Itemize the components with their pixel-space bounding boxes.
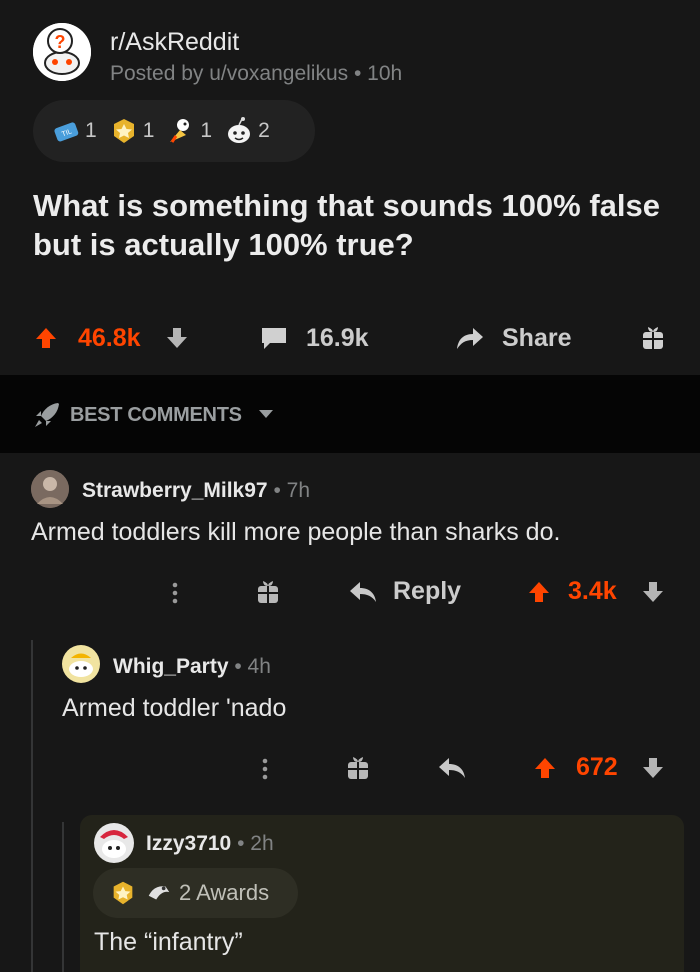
award-count: 2: [258, 119, 270, 142]
comment-author[interactable]: Izzy3710 • 2h: [146, 832, 274, 856]
rocket-sort-icon: [35, 403, 59, 427]
comment-time: • 2h: [237, 832, 274, 855]
reply-button[interactable]: Reply: [393, 577, 461, 606]
share-button[interactable]: [455, 308, 485, 368]
downvote-arrow-icon[interactable]: [640, 579, 666, 605]
award-til: TIL 1: [51, 116, 97, 146]
upvote-arrow-icon[interactable]: [532, 755, 558, 781]
svg-text:?: ?: [55, 32, 66, 52]
thread-line[interactable]: [31, 640, 33, 972]
post-card: ? r/AskReddit Posted by u/voxangelikus •…: [0, 0, 700, 375]
more-options-icon[interactable]: [168, 580, 182, 606]
reply-icon[interactable]: [437, 756, 467, 780]
avatar[interactable]: [94, 823, 134, 863]
comment-awards[interactable]: 2 Awards: [93, 868, 298, 918]
share-arrow-icon: [457, 328, 483, 349]
comment-author[interactable]: Whig_Party • 4h: [113, 655, 271, 679]
subreddit-avatar[interactable]: ?: [33, 23, 91, 81]
comment-body: The “infantry”: [94, 928, 243, 956]
user-avatar-icon: [31, 470, 69, 508]
award-count: 1: [200, 119, 213, 142]
post-actions: 46.8k 16.9k Share: [0, 308, 700, 368]
subreddit-name[interactable]: r/AskReddit: [110, 28, 239, 57]
award-wholesome: 2: [224, 116, 270, 146]
comments-count: 16.9k: [306, 323, 369, 352]
comment-score: 3.4k: [568, 577, 617, 605]
award-gold: 1: [109, 116, 155, 146]
awards-label: 2 Awards: [179, 880, 270, 905]
comment-icon: [262, 328, 286, 349]
downvote-arrow-icon[interactable]: [640, 755, 666, 781]
reply-icon[interactable]: [348, 580, 378, 604]
downvote-arrow-icon: [167, 328, 187, 348]
comment-time: • 4h: [234, 655, 271, 678]
author-name[interactable]: Whig_Party: [113, 655, 229, 678]
gift-icon[interactable]: [255, 578, 281, 606]
gold-award-icon: [113, 119, 134, 143]
chevron-down-icon: [259, 410, 273, 418]
gift-icon: [643, 327, 663, 349]
comment-author[interactable]: Strawberry_Milk97 • 7h: [82, 479, 310, 503]
silver-award-icon: [148, 886, 170, 900]
author-name[interactable]: Strawberry_Milk97: [82, 479, 268, 502]
avatar[interactable]: [62, 645, 100, 683]
award-rocket: 1: [166, 116, 212, 146]
author-name[interactable]: Izzy3710: [146, 832, 231, 855]
award-count: 1: [85, 119, 97, 142]
avatar[interactable]: [31, 470, 69, 508]
thread-line[interactable]: [62, 822, 64, 972]
upvote-button[interactable]: [33, 308, 59, 368]
rocket-award-icon: [170, 119, 190, 143]
comments-button[interactable]: [260, 308, 288, 368]
comment-time: • 7h: [273, 479, 310, 502]
til-award-icon: TIL: [54, 122, 79, 142]
comment-body: Armed toddler 'nado: [62, 694, 287, 722]
post-title[interactable]: What is something that sounds 100% false…: [33, 186, 673, 264]
downvote-button[interactable]: [164, 308, 190, 368]
user-avatar-icon: [94, 823, 134, 863]
gift-icon[interactable]: [345, 754, 371, 782]
upvote-arrow-icon: [36, 328, 56, 348]
sort-label[interactable]: BEST COMMENTS: [70, 404, 242, 427]
user-avatar-icon: [62, 645, 100, 683]
share-label[interactable]: Share: [502, 308, 571, 368]
post-meta[interactable]: Posted by u/voxangelikus • 10h: [110, 62, 402, 86]
comment-score: 672: [576, 753, 618, 781]
give-award-button[interactable]: [640, 308, 666, 368]
award-count: 1: [142, 119, 155, 142]
comment-body: Armed toddlers kill more people than sha…: [31, 518, 561, 546]
upvote-count: 46.8k: [78, 323, 141, 352]
post-awards[interactable]: TIL 1 1 1 2: [33, 100, 315, 162]
askreddit-icon: ?: [33, 23, 91, 81]
wholesome-award-icon: [228, 117, 251, 143]
gold-award-icon: [113, 881, 133, 905]
more-options-icon[interactable]: [258, 756, 272, 782]
upvote-arrow-icon[interactable]: [526, 579, 552, 605]
